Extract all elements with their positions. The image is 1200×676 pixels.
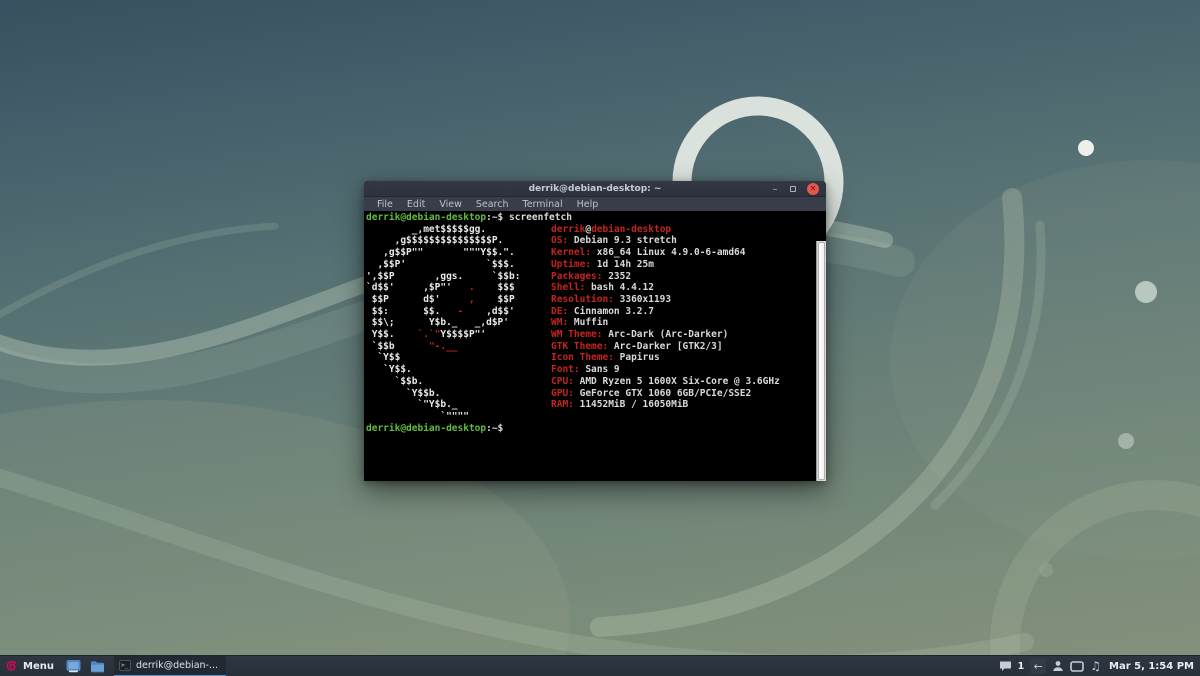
prompt-userhost: derrik@debian-desktop (366, 212, 486, 223)
desktop[interactable]: derrik@debian-desktop: ~ – ✕ FileEditVie… (0, 0, 1200, 676)
menu-item-edit[interactable]: Edit (400, 199, 432, 210)
debian-ascii-art-red-accents: . , - `.`" "-.__ (366, 224, 475, 411)
minimize-button[interactable]: – (768, 181, 782, 197)
menubar: FileEditViewSearchTerminalHelp (364, 197, 826, 211)
notifications-applet[interactable] (999, 656, 1012, 676)
monitor-icon (1070, 661, 1084, 672)
fetch-info-line: CPU: AMD Ryzen 5 1600X Six-Core @ 3.6GHz (551, 376, 780, 388)
menu-item-view[interactable]: View (432, 199, 469, 210)
fetch-info-line: Uptime: 1d 14h 25m (551, 259, 780, 271)
sound-applet[interactable]: ♫ (1090, 656, 1101, 676)
fetch-info-line: RAM: 11452MiB / 16050MiB (551, 399, 780, 411)
titlebar[interactable]: derrik@debian-desktop: ~ – ✕ (364, 181, 826, 197)
fetch-info-line: Kernel: x86_64 Linux 4.9.0-6-amd64 (551, 247, 780, 259)
system-tray: 1 ← ♫ Mar 5, 1:54 PM (999, 656, 1200, 676)
speech-bubble-icon (999, 660, 1012, 672)
folder-icon (90, 660, 105, 673)
maximize-icon (790, 186, 796, 192)
user-icon (1052, 660, 1064, 672)
fetch-info-line: OS: Debian 9.3 stretch (551, 235, 780, 247)
menu-item-terminal[interactable]: Terminal (516, 199, 570, 210)
prompt-userhost: derrik@debian-desktop (366, 423, 486, 434)
screenfetch-info: derrik@debian-desktopOS: Debian 9.3 stre… (551, 224, 780, 411)
terminal-scrollbar[interactable] (816, 241, 826, 481)
prompt-line: derrik@debian-desktop:~$ screenfetch (366, 212, 826, 224)
back-arrow-icon[interactable]: ← (1030, 658, 1046, 674)
terminal-window: derrik@debian-desktop: ~ – ✕ FileEditVie… (364, 181, 826, 481)
prompt-suffix: :~$ (486, 212, 509, 223)
notification-count: 1 (1018, 661, 1025, 672)
fetch-info-line: Font: Sans 9 (551, 364, 780, 376)
fetch-info-line: WM Theme: Arc-Dark (Arc-Darker) (551, 329, 780, 341)
fetch-info-line: GPU: GeForce GTX 1060 6GB/PCIe/SSE2 (551, 388, 780, 400)
menu-item-help[interactable]: Help (570, 199, 606, 210)
maximize-button[interactable] (786, 181, 800, 197)
panel-launcher-display[interactable] (62, 656, 86, 676)
clock[interactable]: Mar 5, 1:54 PM (1107, 661, 1194, 672)
fetch-info-line: Icon Theme: Papirus (551, 352, 780, 364)
fetch-info-line: GTK Theme: Arc-Darker [GTK2/3] (551, 341, 780, 353)
menu-item-file[interactable]: File (370, 199, 400, 210)
fetch-info-line: derrik@debian-desktop (551, 224, 780, 236)
taskbar: Menu >_ derrik@debian-... (0, 655, 1200, 676)
scrollbar-thumb[interactable] (818, 242, 825, 480)
window-button-label: derrik@debian-... (136, 660, 218, 671)
panel-launcher-files[interactable] (86, 656, 110, 676)
terminal-body[interactable]: derrik@debian-desktop:~$ screenfetch _,m… (364, 211, 826, 481)
fetch-info-line: Packages: 2352 (551, 271, 780, 283)
menu-button[interactable]: Menu (0, 656, 62, 676)
screenfetch-output: _,met$$$$$gg. ,g$$$$$$$$$$$$$$$P. ,g$$P"… (366, 224, 826, 423)
debian-logo-icon (4, 659, 18, 673)
menu-label: Menu (23, 661, 54, 672)
prompt-suffix: :~$ (486, 423, 503, 434)
command-text: screenfetch (509, 212, 572, 223)
prompt-line-bottom: derrik@debian-desktop:~$ (366, 423, 826, 435)
display-icon (66, 659, 81, 673)
fetch-info-line: DE: Cinnamon 3.2.7 (551, 306, 780, 318)
close-button[interactable]: ✕ (806, 181, 820, 197)
fetch-info-line: WM: Muffin (551, 317, 780, 329)
window-title: derrik@debian-desktop: ~ (529, 184, 662, 194)
terminal-icon: >_ (119, 660, 131, 671)
user-applet[interactable] (1052, 656, 1064, 676)
fetch-info-line: Shell: bash 4.4.12 (551, 282, 780, 294)
taskbar-window-button[interactable]: >_ derrik@debian-... (114, 656, 226, 676)
menu-item-search[interactable]: Search (469, 199, 516, 210)
close-icon: ✕ (807, 183, 819, 195)
workspace-applet[interactable] (1070, 656, 1084, 676)
fetch-info-line: Resolution: 3360x1193 (551, 294, 780, 306)
